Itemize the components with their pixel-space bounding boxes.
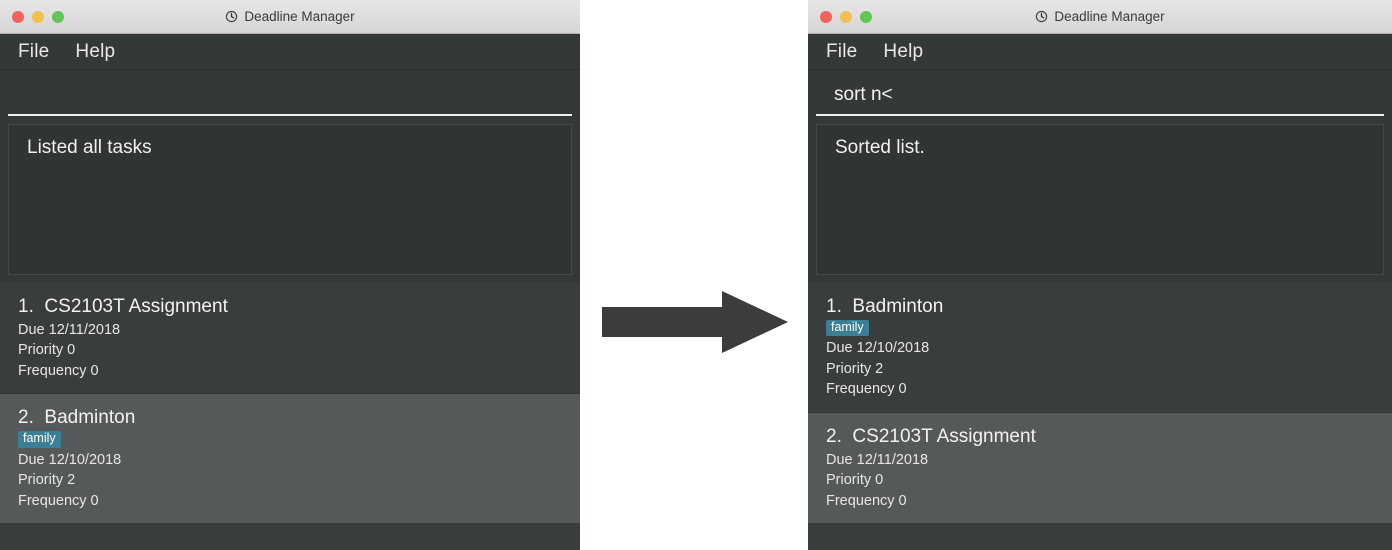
zoom-button[interactable] <box>52 10 64 23</box>
task-card[interactable]: 1. Badminton family Due 12/10/2018 Prior… <box>808 283 1392 412</box>
task-title: 2. CS2103T Assignment <box>826 426 1392 448</box>
task-frequency: Frequency 0 <box>826 492 907 509</box>
task-name: CS2103T Assignment <box>44 296 228 317</box>
clock-icon <box>1036 10 1048 23</box>
right-arrow-icon <box>602 291 788 353</box>
task-card[interactable]: 2. CS2103T Assignment Due 12/11/2018 Pri… <box>808 412 1392 524</box>
task-index: 2. <box>826 426 842 447</box>
task-priority: Priority 2 <box>826 360 884 377</box>
task-card[interactable]: 1. CS2103T Assignment Due 12/11/2018 Pri… <box>0 283 580 394</box>
task-due: Due 12/11/2018 <box>18 321 121 338</box>
task-index: 2. <box>18 407 34 429</box>
task-name: Badminton <box>44 407 136 429</box>
command-box-before[interactable] <box>0 70 580 118</box>
task-list-after[interactable]: 1. Badminton family Due 12/10/2018 Prior… <box>808 283 1392 550</box>
window-title: Deadline Manager <box>244 9 355 24</box>
task-tag: family <box>826 319 869 337</box>
task-name: Badminton <box>852 296 944 317</box>
task-frequency: Frequency 0 <box>826 381 907 398</box>
task-tags: family <box>18 430 580 448</box>
minimize-button[interactable] <box>32 10 44 23</box>
command-box-after[interactable]: sort n< <box>808 70 1392 118</box>
task-frequency: Frequency 0 <box>18 492 99 509</box>
result-message: Sorted list. <box>835 137 925 158</box>
window-controls-before <box>0 10 64 23</box>
menu-item-file[interactable]: File <box>826 42 857 61</box>
titlebar-after[interactable]: Deadline Manager <box>808 0 1392 34</box>
result-display-before: Listed all tasks <box>8 124 572 275</box>
task-list-before[interactable]: 1. CS2103T Assignment Due 12/11/2018 Pri… <box>0 283 580 550</box>
task-tags: family <box>826 319 1392 337</box>
window-controls-after <box>808 10 872 23</box>
menubar-before: File Help <box>0 34 580 70</box>
task-due: Due 12/10/2018 <box>826 340 930 357</box>
task-title: 1. CS2103T Assignment <box>18 296 580 318</box>
close-button[interactable] <box>820 10 832 23</box>
result-message: Listed all tasks <box>27 137 152 158</box>
menu-item-help[interactable]: Help <box>883 42 923 61</box>
titlebar-title-group-after: Deadline Manager <box>808 9 1392 24</box>
command-input-underline <box>8 114 572 116</box>
task-index: 1. <box>18 296 34 317</box>
window-title: Deadline Manager <box>1054 9 1165 24</box>
task-frequency: Frequency 0 <box>18 362 99 379</box>
command-input-underline <box>816 114 1384 116</box>
task-name: CS2103T Assignment <box>852 426 1036 447</box>
titlebar-title-group-before: Deadline Manager <box>0 9 580 24</box>
window-before: Deadline Manager File Help Listed all ta… <box>0 0 580 550</box>
command-input[interactable]: sort n< <box>808 85 893 104</box>
task-due: Due 12/10/2018 <box>18 451 122 468</box>
minimize-button[interactable] <box>840 10 852 23</box>
titlebar-before[interactable]: Deadline Manager <box>0 0 580 34</box>
menu-item-help[interactable]: Help <box>75 42 115 61</box>
task-tag: family <box>18 430 61 448</box>
zoom-button[interactable] <box>860 10 872 23</box>
task-priority: Priority 2 <box>18 472 76 489</box>
result-display-wrap-after: Sorted list. <box>808 118 1392 283</box>
menubar-after: File Help <box>808 34 1392 70</box>
task-index: 1. <box>826 296 842 317</box>
task-due: Due 12/11/2018 <box>826 451 929 468</box>
menu-item-file[interactable]: File <box>18 42 49 61</box>
task-title: 2. Badminton <box>18 407 580 429</box>
clock-icon <box>226 10 238 23</box>
task-card[interactable]: 2. Badminton family Due 12/10/2018 Prior… <box>0 393 580 524</box>
task-priority: Priority 0 <box>18 342 76 359</box>
result-display-after: Sorted list. <box>816 124 1384 275</box>
close-button[interactable] <box>12 10 24 23</box>
task-priority: Priority 0 <box>826 472 884 489</box>
window-after: Deadline Manager File Help sort n< Sorte… <box>808 0 1392 550</box>
task-title: 1. Badminton <box>826 296 1392 318</box>
result-display-wrap-before: Listed all tasks <box>0 118 580 283</box>
